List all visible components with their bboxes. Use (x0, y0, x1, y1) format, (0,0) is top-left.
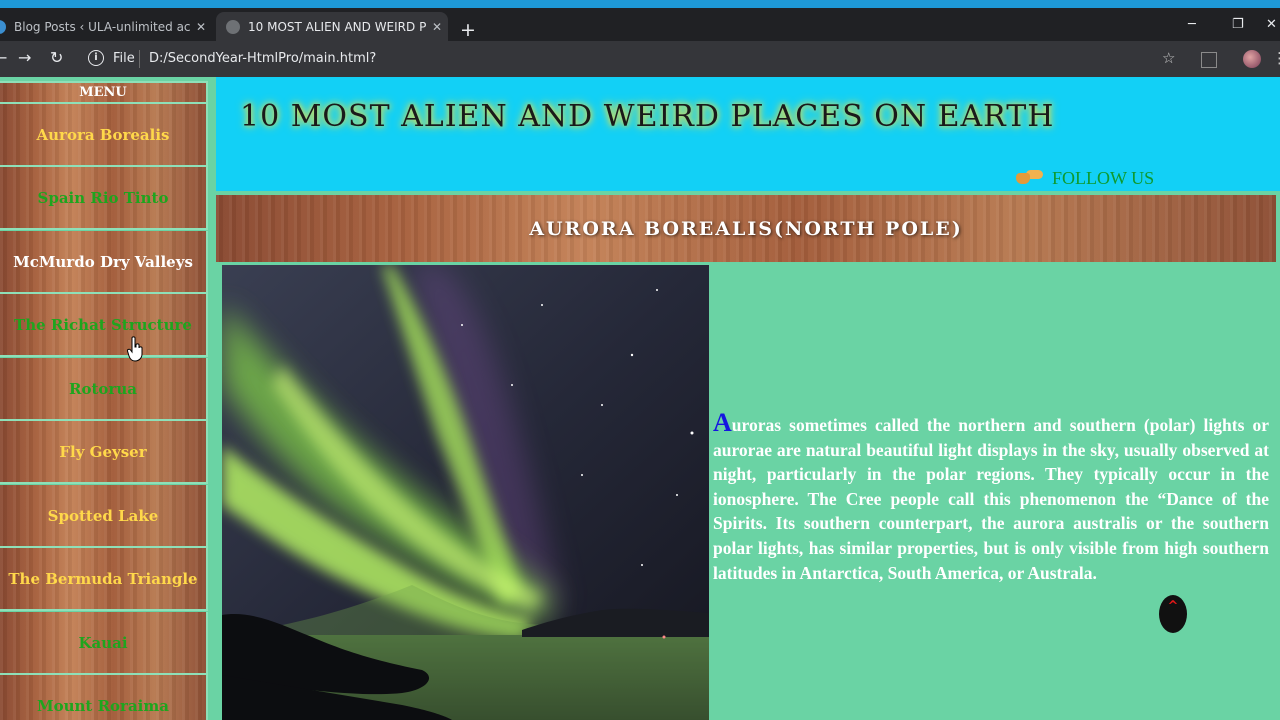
menu-item-aurora-borealis[interactable]: Aurora Borealis (0, 104, 208, 167)
address-bar[interactable]: D:/SecondYear-HtmlPro/main.html? (149, 51, 376, 66)
section-header: AURORA BOREALIS(NORTH POLE) (216, 195, 1276, 262)
bookmark-star-icon[interactable]: ☆ (1162, 49, 1175, 67)
back-icon[interactable]: ← (0, 48, 7, 67)
follow-us-link[interactable]: FOLLOW US (1016, 162, 1154, 189)
tab-title: 10 MOST ALIEN AND WEIRD PLA (248, 19, 426, 34)
sidebar-menu: MENU Aurora Borealis Spain Rio Tinto McM… (0, 81, 210, 720)
tab-blog-posts[interactable]: Blog Posts ‹ ULA-unlimited acuity ✕ (0, 12, 212, 41)
address-separator (139, 50, 140, 68)
tab-close-icon[interactable]: ✕ (190, 20, 212, 34)
reload-icon[interactable]: ↻ (50, 48, 63, 67)
browser-menu-icon[interactable]: ⋮ (1272, 49, 1280, 67)
menu-item-spain-rio-tinto[interactable]: Spain Rio Tinto (0, 167, 208, 230)
tab-main-page[interactable]: 10 MOST ALIEN AND WEIRD PLA ✕ (216, 12, 448, 41)
tab-close-icon[interactable]: ✕ (426, 20, 448, 34)
menu-item-mount-roraima[interactable]: Mount Roraima (0, 675, 208, 720)
up-arrow-icon: ^ (1167, 599, 1179, 614)
window-top-strip (0, 0, 1280, 8)
tab-bar: Blog Posts ‹ ULA-unlimited acuity ✕ 10 M… (0, 8, 1280, 41)
tab-title: Blog Posts ‹ ULA-unlimited acuity (14, 19, 190, 34)
page-viewport: MENU Aurora Borealis Spain Rio Tinto McM… (0, 77, 1280, 720)
section-title: AURORA BOREALIS(NORTH POLE) (529, 218, 963, 240)
menu-item-spotted-lake[interactable]: Spotted Lake (0, 485, 208, 548)
site-info-icon[interactable]: i (88, 50, 104, 66)
url-scheme-label: File (113, 51, 135, 66)
menu-item-mcmurdo-dry-valleys[interactable]: McMurdo Dry Valleys (0, 231, 208, 294)
restore-button[interactable]: ❐ (1232, 17, 1244, 32)
new-tab-button[interactable]: + (460, 19, 476, 41)
globe-favicon-icon (226, 19, 240, 34)
browser-toolbar: ← → ↻ i File D:/SecondYear-HtmlPro/main.… (0, 41, 1280, 77)
description-text: uroras sometimes called the northern and… (713, 415, 1269, 583)
close-window-button[interactable]: ✕ (1266, 17, 1277, 32)
forward-icon[interactable]: → (18, 48, 31, 67)
scroll-to-top-button[interactable]: ^ (1159, 595, 1187, 633)
pdf-extension-icon[interactable] (1201, 52, 1217, 68)
menu-item-kauai[interactable]: Kauai (0, 612, 208, 675)
pointing-hand-icon (1016, 167, 1044, 185)
aurora-photo (222, 265, 709, 720)
drop-cap: A (713, 408, 732, 437)
minimize-button[interactable]: ─ (1188, 17, 1196, 32)
follow-us-label: FOLLOW US (1052, 168, 1155, 188)
site-header: 10 MOST ALIEN AND WEIRD PLACES ON EARTH … (216, 77, 1280, 191)
wordpress-favicon-icon (0, 19, 6, 34)
menu-item-richat-structure[interactable]: The Richat Structure (0, 294, 208, 357)
aurora-photo-graphic (222, 265, 709, 720)
menu-item-bermuda-triangle[interactable]: The Bermuda Triangle (0, 548, 208, 611)
section-description: Auroras sometimes called the northern an… (713, 408, 1269, 585)
menu-item-rotorua[interactable]: Rotorua (0, 358, 208, 421)
menu-item-fly-geyser[interactable]: Fly Geyser (0, 421, 208, 484)
site-title: 10 MOST ALIEN AND WEIRD PLACES ON EARTH (240, 99, 1055, 134)
hand-cursor-icon (127, 336, 143, 362)
profile-avatar[interactable] (1243, 50, 1261, 68)
menu-title: MENU (0, 81, 208, 104)
